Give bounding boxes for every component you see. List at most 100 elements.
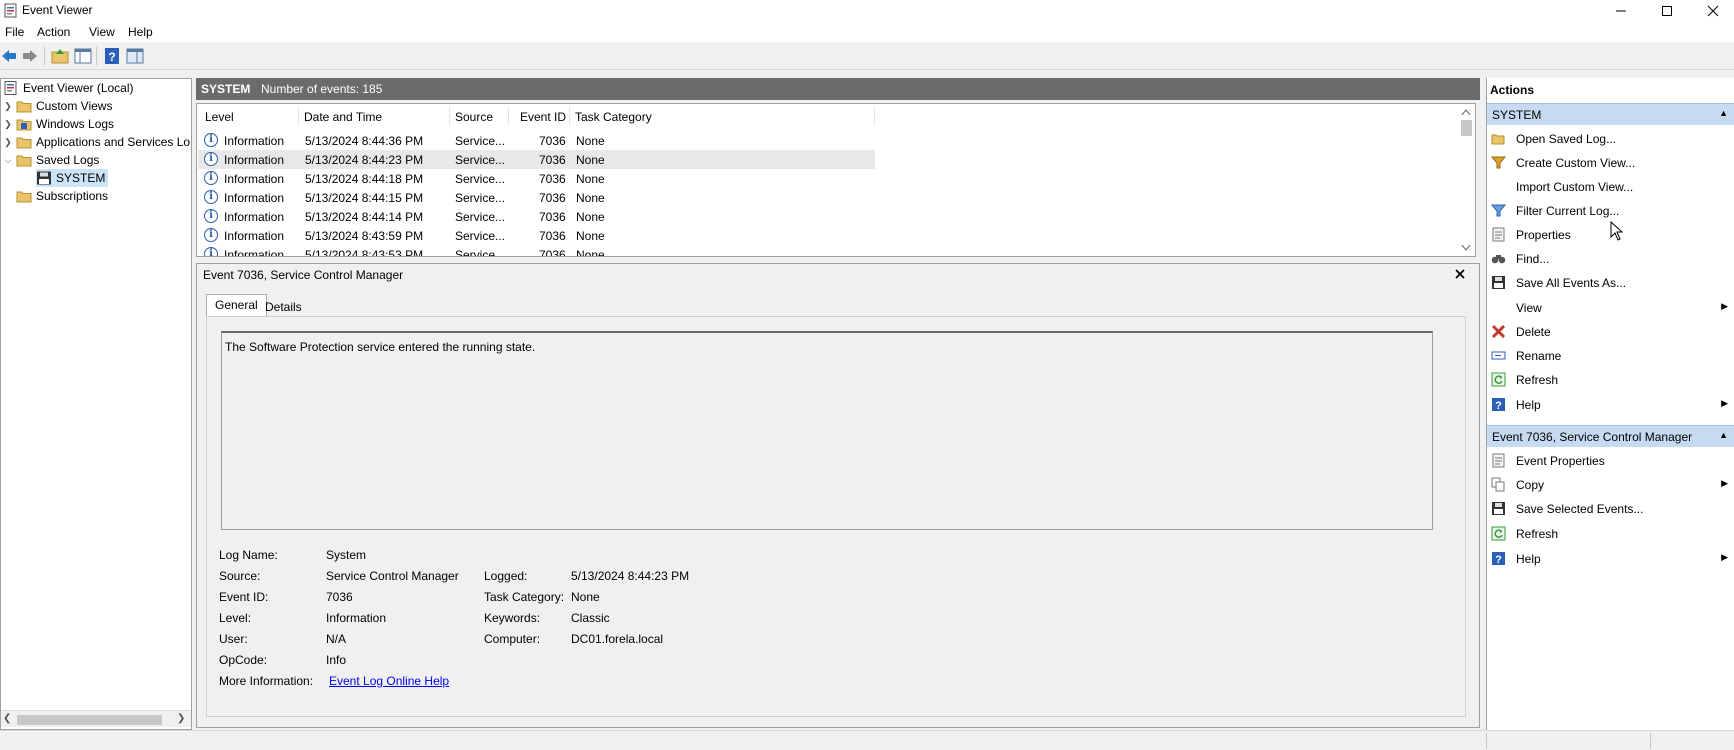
tree-node-subscriptions[interactable]: Subscriptions: [16, 187, 108, 205]
column-header-date-time[interactable]: Date and Time: [304, 110, 382, 124]
table-row[interactable]: i Information 5/13/2024 8:44:36 PM Servi…: [198, 131, 875, 150]
cell-datetime: 5/13/2024 8:44:23 PM: [305, 153, 424, 167]
action-help-event-submenu[interactable]: ? Help ▶: [1490, 548, 1730, 570]
information-icon: i: [204, 152, 218, 166]
action-find[interactable]: Find...: [1490, 248, 1730, 270]
collapse-chevron-icon[interactable]: ⌵: [3, 155, 13, 166]
action-create-custom-view[interactable]: Create Custom View...: [1490, 152, 1730, 174]
tree-label: Event Viewer (Local): [23, 81, 134, 95]
scroll-right-icon[interactable]: ❯: [177, 713, 185, 724]
column-separator[interactable]: [874, 106, 875, 126]
status-bar: [0, 730, 1734, 750]
menu-help[interactable]: Help: [128, 25, 153, 39]
back-arrow-icon[interactable]: [0, 47, 18, 65]
up-folder-icon[interactable]: [51, 47, 69, 65]
actions-section-event[interactable]: Event 7036, Service Control Manager ▲: [1487, 425, 1734, 447]
action-rename[interactable]: Rename: [1490, 345, 1730, 367]
binoculars-icon: [1491, 255, 1506, 264]
menu-view[interactable]: View: [89, 25, 115, 39]
column-header-event-id[interactable]: Event ID: [520, 110, 566, 124]
minimize-button[interactable]: [1598, 0, 1644, 22]
action-refresh-event[interactable]: Refresh: [1490, 523, 1730, 545]
action-refresh[interactable]: Refresh: [1490, 369, 1730, 391]
maximize-button[interactable]: [1644, 0, 1690, 22]
action-delete[interactable]: Delete: [1490, 321, 1730, 343]
action-label: Help: [1516, 398, 1541, 412]
forward-arrow-icon[interactable]: [21, 47, 39, 65]
tree-node-applications-and-services[interactable]: ❯ Applications and Services Lo: [3, 133, 190, 151]
show-hide-tree-icon[interactable]: [74, 47, 92, 65]
svg-text:?: ?: [1495, 400, 1502, 412]
action-copy-submenu[interactable]: Copy ▶: [1490, 474, 1730, 496]
value-computer: DC01.forela.local: [571, 632, 664, 646]
action-view-submenu[interactable]: View ▶: [1490, 297, 1730, 319]
menu-action[interactable]: Action: [37, 25, 70, 39]
action-open-saved-log[interactable]: Open Saved Log...: [1490, 128, 1730, 150]
event-viewer-icon: [4, 81, 17, 95]
column-header-level[interactable]: Level: [205, 110, 234, 124]
table-row[interactable]: i Information 5/13/2024 8:44:14 PM Servi…: [198, 207, 875, 226]
action-label: Import Custom View...: [1516, 180, 1634, 194]
information-icon: i: [204, 247, 218, 256]
column-separator[interactable]: [508, 106, 509, 126]
tree-node-windows-logs[interactable]: ❯ Windows Logs: [3, 115, 114, 133]
cell-source: Service...: [455, 248, 506, 257]
expand-chevron-icon[interactable]: ❯: [3, 101, 13, 112]
log-name: SYSTEM: [201, 82, 251, 96]
save-disk-icon: [1492, 502, 1505, 515]
collapse-caret-icon[interactable]: ▲: [1719, 430, 1728, 440]
properties-icon: [1492, 453, 1505, 468]
column-separator[interactable]: [449, 106, 450, 126]
column-header-task-category[interactable]: Task Category: [575, 110, 652, 124]
table-row-selected[interactable]: i Information 5/13/2024 8:44:23 PM Servi…: [198, 150, 875, 169]
table-row[interactable]: i Information 5/13/2024 8:43:53 PM Servi…: [198, 245, 875, 257]
event-log-online-help-link[interactable]: Event Log Online Help: [329, 674, 449, 688]
show-hide-action-pane-icon[interactable]: [126, 47, 144, 65]
close-details-icon[interactable]: [1455, 269, 1465, 279]
table-row[interactable]: i Information 5/13/2024 8:44:18 PM Servi…: [198, 169, 875, 188]
event-list-vertical-scrollbar[interactable]: [1458, 104, 1475, 256]
action-save-all-events-as[interactable]: Save All Events As...: [1490, 272, 1730, 294]
scrollbar-thumb[interactable]: [1461, 120, 1472, 136]
cell-task: None: [576, 210, 605, 224]
scroll-up-icon[interactable]: [1461, 108, 1471, 116]
column-separator[interactable]: [569, 106, 570, 126]
tree-label: SYSTEM: [56, 171, 106, 185]
minimize-icon: [1616, 10, 1626, 12]
event-description-box[interactable]: The Software Protection service entered …: [221, 331, 1433, 530]
folder-icon: [16, 137, 32, 149]
action-import-custom-view[interactable]: Import Custom View...: [1490, 176, 1730, 198]
collapse-caret-icon[interactable]: ▲: [1719, 108, 1728, 118]
table-row[interactable]: i Information 5/13/2024 8:44:15 PM Servi…: [198, 188, 875, 207]
scroll-left-icon[interactable]: ❮: [3, 713, 11, 724]
tree-node-custom-views[interactable]: ❯ Custom Views: [3, 97, 112, 115]
action-save-selected-events[interactable]: Save Selected Events...: [1490, 498, 1730, 520]
tree-node-event-viewer-local[interactable]: Event Viewer (Local): [3, 79, 134, 97]
cell-datetime: 5/13/2024 8:44:18 PM: [305, 172, 424, 186]
actions-section-system[interactable]: SYSTEM ▲: [1487, 103, 1734, 125]
action-event-properties[interactable]: Event Properties: [1490, 450, 1730, 472]
tree-node-saved-logs[interactable]: ⌵ Saved Logs: [3, 151, 100, 169]
expand-chevron-icon[interactable]: ❯: [3, 119, 13, 130]
expand-chevron-icon[interactable]: ❯: [3, 137, 13, 148]
label-computer: Computer:: [484, 632, 541, 646]
cell-event-id: 7036: [539, 248, 566, 257]
cell-level: Information: [224, 210, 285, 224]
help-icon[interactable]: ?: [103, 47, 121, 65]
tree-horizontal-scrollbar[interactable]: ❮ ❯: [1, 710, 191, 727]
filter-funnel-icon: [1491, 204, 1506, 217]
scrollbar-thumb[interactable]: [17, 715, 162, 725]
menu-file[interactable]: File: [5, 25, 24, 39]
action-filter-current-log[interactable]: Filter Current Log...: [1490, 200, 1730, 222]
tab-details[interactable]: Details: [257, 297, 310, 319]
tree-node-system-selected[interactable]: SYSTEM: [36, 169, 109, 187]
scroll-down-icon[interactable]: [1461, 244, 1471, 252]
rename-icon: [1491, 351, 1506, 360]
action-help-submenu[interactable]: ? Help ▶: [1490, 394, 1730, 416]
windows-logs-folder-icon: [16, 119, 32, 131]
column-separator[interactable]: [298, 106, 299, 126]
table-row[interactable]: i Information 5/13/2024 8:43:59 PM Servi…: [198, 226, 875, 245]
label-event-id: Event ID:: [219, 590, 269, 604]
close-window-button[interactable]: [1690, 0, 1734, 22]
column-header-source[interactable]: Source: [455, 110, 493, 124]
